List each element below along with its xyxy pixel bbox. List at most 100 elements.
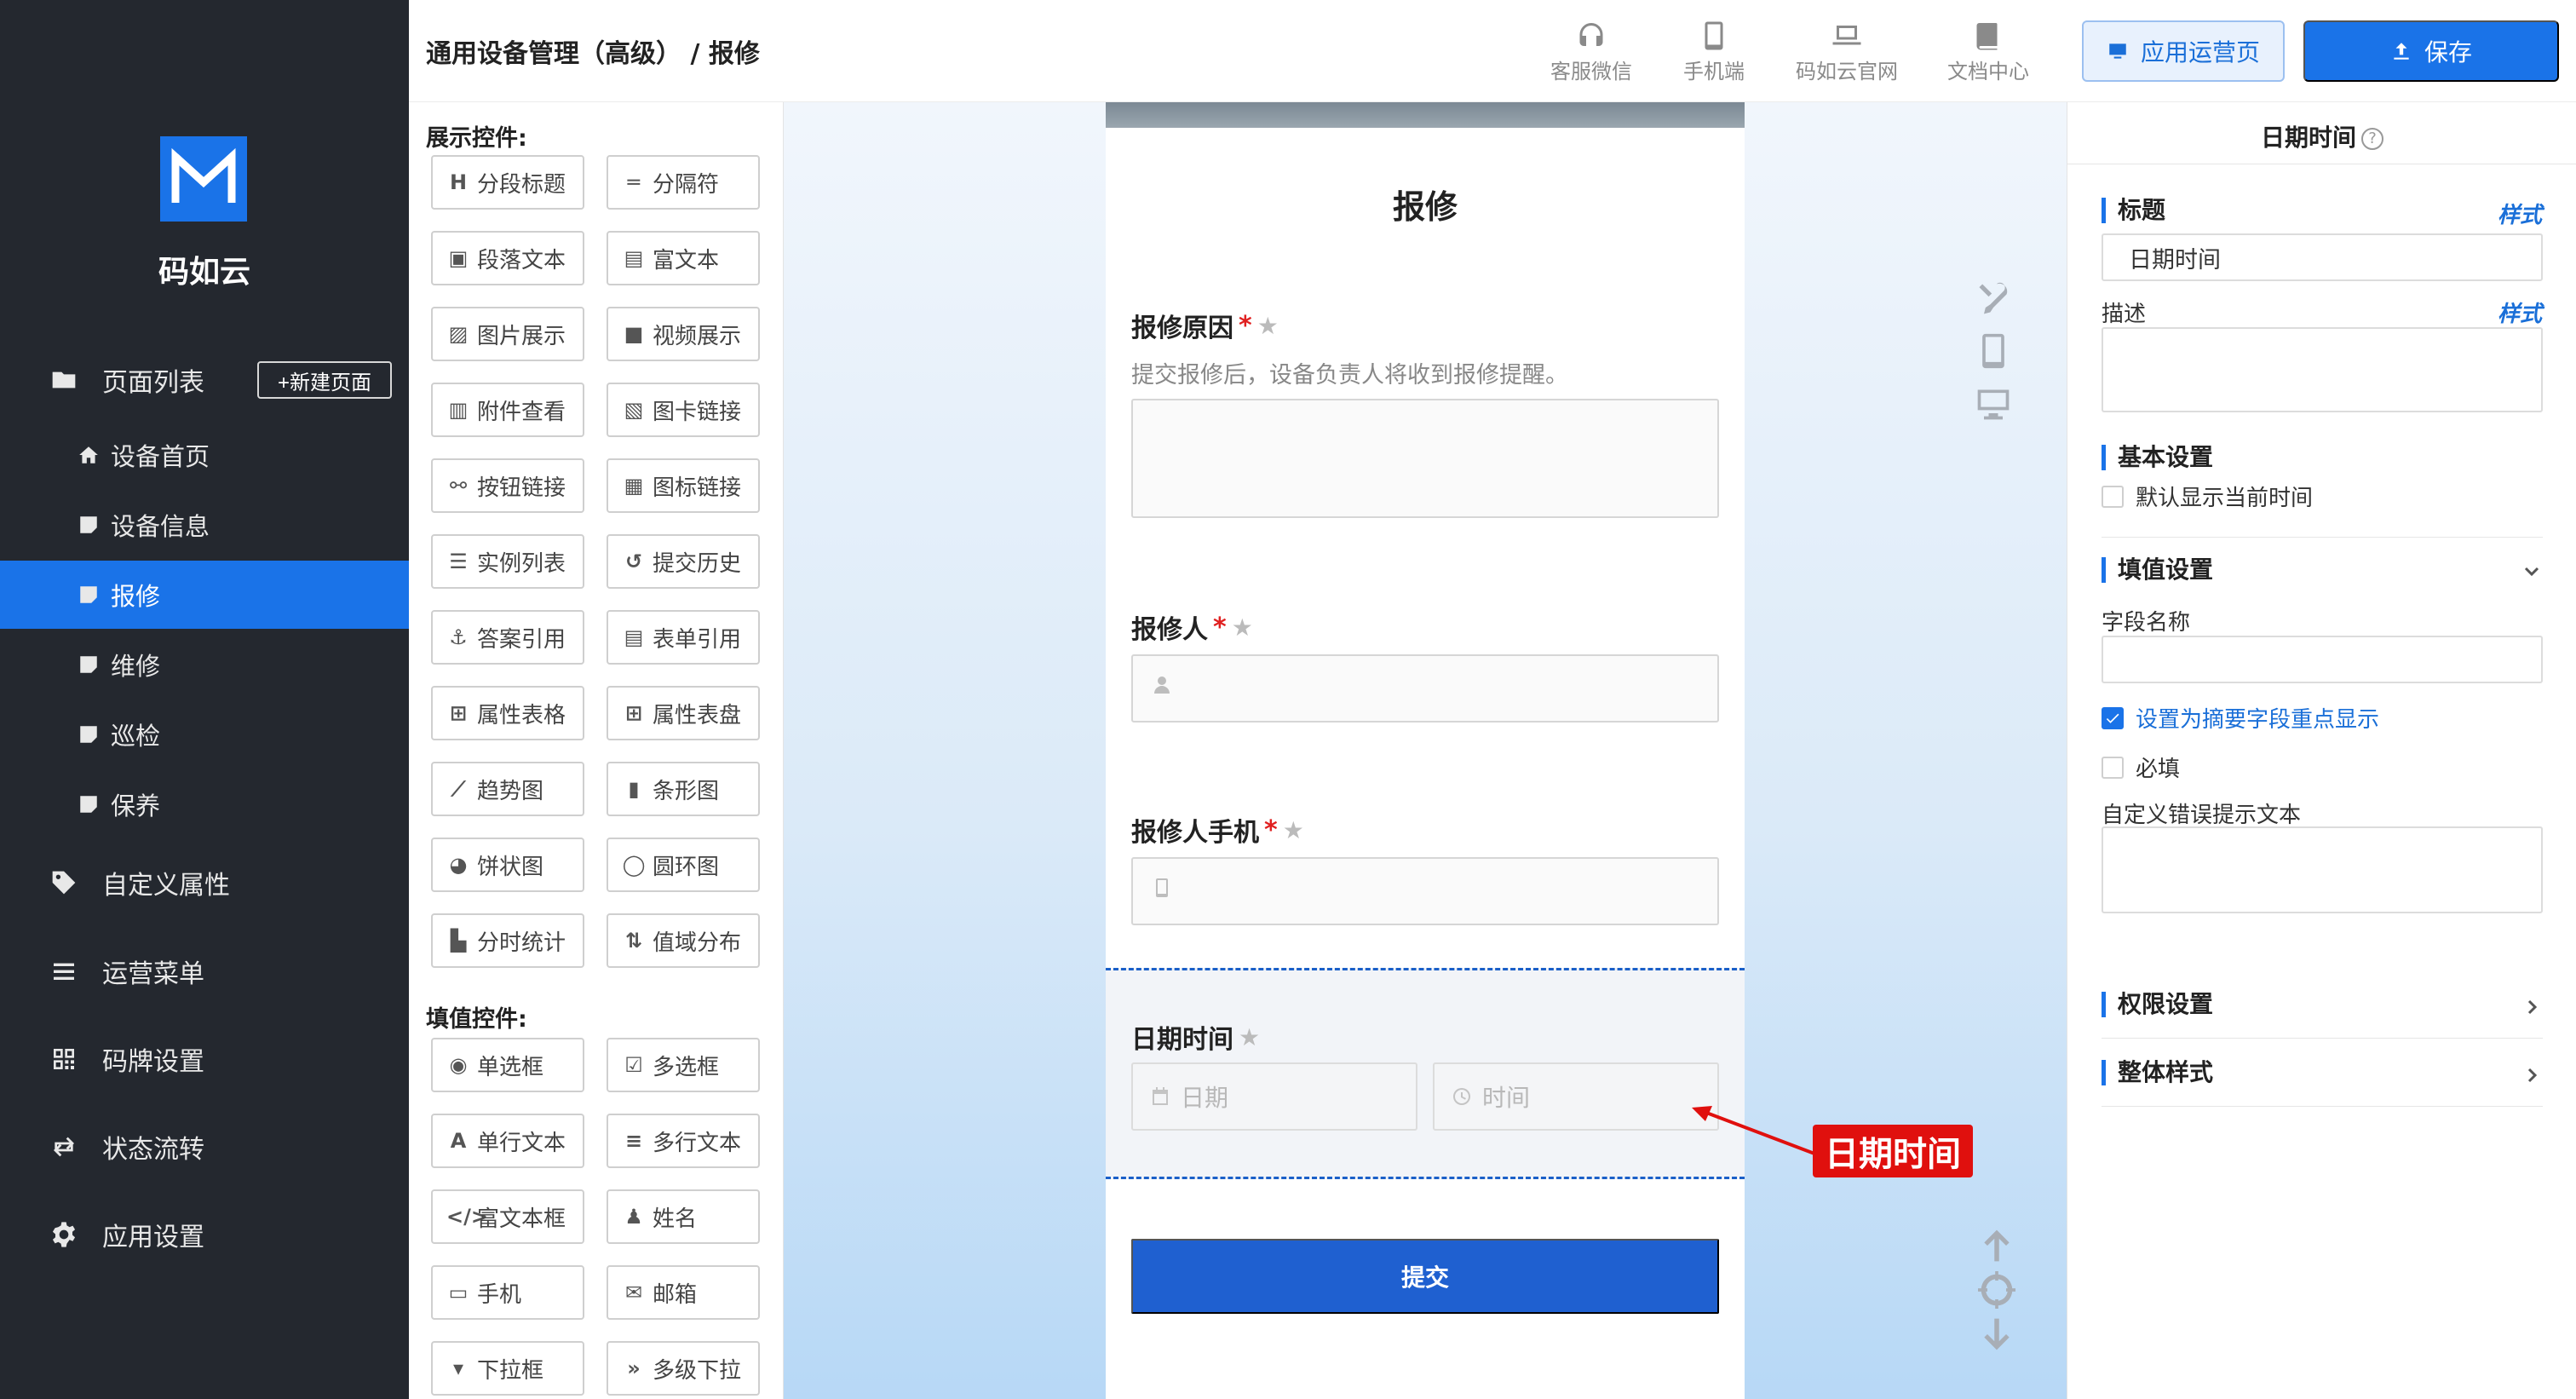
widget-button[interactable]: ▣ 段落文本 (431, 231, 584, 285)
widget-button[interactable]: ▤ 表单引用 (607, 610, 760, 665)
desc-textarea[interactable] (2102, 327, 2543, 412)
widget-button[interactable]: ▧ 图卡链接 (607, 383, 760, 437)
datetime-field-selected[interactable]: 日期时间 ★ 日期 时间 (1106, 968, 1745, 1179)
desktop-view-icon[interactable] (1973, 383, 2014, 424)
widget-button[interactable]: ═ 分隔符 (607, 155, 760, 210)
widget-icon: ⟋ (451, 777, 466, 801)
chevron-right-icon[interactable] (2521, 997, 2542, 1017)
reporter-input[interactable] (1131, 654, 1719, 723)
page-item-maintain[interactable]: 维修 (0, 630, 409, 699)
phone-icon (1705, 21, 1723, 50)
save-button[interactable]: 保存 (2303, 20, 2559, 82)
header-link-website[interactable]: 码如云官网 (1796, 20, 1898, 84)
nav-qrcode-settings[interactable]: 码牌设置 (0, 1025, 409, 1093)
widget-button[interactable]: ▨ 图片展示 (431, 307, 584, 361)
widget-button[interactable]: ◉ 单选框 (431, 1038, 584, 1092)
widget-button[interactable]: ◕ 饼状图 (431, 838, 584, 892)
widget-button[interactable]: » 多级下拉 (607, 1341, 760, 1396)
page-item-inspect[interactable]: 巡检 (0, 700, 409, 769)
nav-app-settings[interactable]: 应用设置 (0, 1200, 409, 1269)
help-icon[interactable]: ? (2361, 128, 2383, 150)
widget-button[interactable]: ▾ 下拉框 (431, 1341, 584, 1396)
move-up-icon[interactable] (1976, 1225, 2017, 1266)
page-icon (77, 513, 101, 537)
time-placeholder: 时间 (1482, 1084, 1531, 1112)
desc-style-link[interactable]: 样式 (2498, 296, 2542, 328)
widget-label: 按钮链接 (477, 475, 566, 501)
widget-button[interactable]: ▮ 条形图 (607, 762, 760, 816)
title-input[interactable]: 日期时间 (2102, 233, 2543, 281)
summary-key-checkbox[interactable]: 设置为摘要字段重点显示 (2102, 702, 2379, 734)
widget-button[interactable]: ✉ 邮箱 (607, 1265, 760, 1320)
star-icon[interactable]: ★ (1257, 312, 1279, 340)
checkbox-checked[interactable] (2102, 706, 2124, 729)
star-icon[interactable]: ★ (1239, 1023, 1260, 1051)
widget-label: 图片展示 (477, 323, 566, 349)
checkbox[interactable] (2102, 485, 2124, 508)
drag-move-icon[interactable] (1976, 1269, 2017, 1310)
move-down-icon[interactable] (1976, 1314, 2017, 1355)
widget-button[interactable]: ▭ 手机 (431, 1265, 584, 1320)
app-ops-page-button[interactable]: 应用运营页 (2082, 20, 2285, 82)
fill-settings-section[interactable]: 填值设置 (2102, 557, 2213, 583)
widget-button[interactable]: ◯ 圆环图 (607, 838, 760, 892)
widget-button[interactable]: ♟ 姓名 (607, 1189, 760, 1244)
tools-icon[interactable] (1973, 278, 2014, 319)
widget-button[interactable]: ▥ 附件查看 (431, 383, 584, 437)
widget-button[interactable]: ⊞ 属性表格 (431, 686, 584, 740)
star-icon[interactable]: ★ (1232, 613, 1253, 642)
header-link-docs[interactable]: 文档中心 (1947, 20, 2029, 84)
page-item-home[interactable]: 设备首页 (0, 421, 409, 489)
mobile-view-icon[interactable] (1973, 331, 2014, 371)
header-link-mobile[interactable]: 手机端 (1683, 20, 1745, 84)
field-reporter-label[interactable]: 报修人 * ★ (1131, 608, 1253, 646)
checkbox[interactable] (2102, 756, 2124, 779)
submit-button[interactable]: 提交 (1131, 1239, 1719, 1314)
page-item-device-info[interactable]: 设备信息 (0, 491, 409, 559)
custom-error-textarea[interactable] (2102, 826, 2543, 913)
nav-custom-attributes[interactable]: 自定义属性 (0, 849, 409, 917)
title-style-link[interactable]: 样式 (2498, 198, 2542, 229)
chevron-down-icon[interactable] (2521, 561, 2542, 581)
widget-button[interactable]: ☑ 多选框 (607, 1038, 760, 1092)
widget-button[interactable]: H 分段标题 (431, 155, 584, 210)
default-now-checkbox[interactable]: 默认显示当前时间 (2102, 481, 2313, 512)
required-checkbox[interactable]: 必填 (2102, 751, 2180, 783)
time-input[interactable]: 时间 (1433, 1062, 1719, 1131)
field-reason-label[interactable]: 报修原因 * ★ (1131, 307, 1279, 344)
chevron-right-icon[interactable] (2521, 1065, 2542, 1085)
widget-button[interactable]: ⇅ 值域分布 (607, 913, 760, 968)
widget-button[interactable]: ⟋ 趋势图 (431, 762, 584, 816)
widget-label: 表单引用 (653, 626, 742, 653)
permission-settings-section[interactable]: 权限设置 (2102, 992, 2213, 1017)
widget-button[interactable]: ▙ 分时统计 (431, 913, 584, 968)
widget-button[interactable]: ▤ 富文本 (607, 231, 760, 285)
nav-ops-menu[interactable]: 运营菜单 (0, 937, 409, 1005)
widget-button[interactable]: ≡ 多行文本 (607, 1114, 760, 1168)
page-item-repair[interactable]: 报修 (0, 561, 409, 629)
widget-icon: H (449, 170, 468, 194)
widget-icon: ♟ (624, 1205, 643, 1229)
widget-button[interactable]: ▦ 图标链接 (607, 458, 760, 513)
widget-button[interactable]: A 单行文本 (431, 1114, 584, 1168)
widget-button[interactable]: ⊞ 属性表盘 (607, 686, 760, 740)
reason-textarea[interactable] (1131, 399, 1719, 518)
field-name-input[interactable] (2102, 636, 2543, 683)
nav-status-flow[interactable]: 状态流转 (0, 1113, 409, 1181)
widget-button[interactable]: ⚯ 按钮链接 (431, 458, 584, 513)
widget-button[interactable]: ⚓ 答案引用 (431, 610, 584, 665)
widget-icon: ⚯ (449, 474, 468, 498)
widget-button[interactable]: ↺ 提交历史 (607, 534, 760, 589)
widget-button[interactable]: ☰ 实例列表 (431, 534, 584, 589)
widget-icon: ▮ (628, 777, 640, 801)
overall-style-section[interactable]: 整体样式 (2102, 1060, 2213, 1085)
star-icon[interactable]: ★ (1283, 816, 1304, 844)
field-phone-label[interactable]: 报修人手机 * ★ (1131, 811, 1304, 849)
widget-button[interactable]: </> 富文本框 (431, 1189, 584, 1244)
page-item-upkeep[interactable]: 保养 (0, 770, 409, 838)
new-page-button[interactable]: +新建页面 (257, 361, 392, 399)
header-link-support-wechat[interactable]: 客服微信 (1550, 20, 1632, 84)
widget-button[interactable]: ■ 视频展示 (607, 307, 760, 361)
phone-input[interactable] (1131, 857, 1719, 925)
date-input[interactable]: 日期 (1131, 1062, 1417, 1131)
